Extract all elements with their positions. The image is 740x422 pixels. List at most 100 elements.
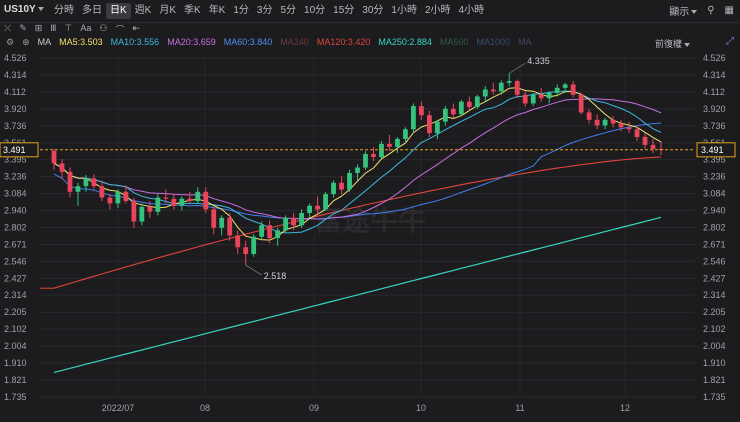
tab-period-0[interactable]: 分時 bbox=[50, 3, 78, 19]
y-tick-label-left: 2.802 bbox=[4, 223, 27, 233]
candle-body bbox=[634, 129, 640, 137]
candle-body bbox=[450, 108, 456, 115]
tab-period-8[interactable]: 3分 bbox=[253, 3, 277, 19]
ma60-value: MA60:3.840 bbox=[223, 37, 273, 47]
drawing-tool-icon[interactable]: ⊤ bbox=[65, 23, 73, 34]
sidebar-toggle-icon[interactable]: ▦ bbox=[725, 5, 734, 16]
top-toolbar: US10Y 分時 多日 日K 週K 月K 季K 年K 1分 3分 5分 10分 15分 30分 1小時 2小… bbox=[0, 0, 740, 23]
drawing-tool-icon[interactable]: ⇤ bbox=[132, 23, 140, 34]
symbol-label: US10Y bbox=[4, 4, 36, 15]
candle-body bbox=[570, 84, 576, 95]
ma250-value: MA250:2.884 bbox=[378, 37, 432, 47]
candle-body bbox=[395, 138, 400, 147]
candle-body bbox=[267, 225, 273, 239]
candle-body bbox=[259, 225, 265, 237]
candle-body bbox=[347, 172, 352, 190]
drawing-tool-icon[interactable]: ✎ bbox=[19, 23, 27, 34]
drawing-tool-icon[interactable]: ⚇ bbox=[99, 23, 107, 34]
tab-period-1[interactable]: 多日 bbox=[78, 3, 106, 19]
y-tick-label-left: 4.314 bbox=[4, 70, 27, 80]
candlestick-chart[interactable]: 4.526 4.526 4.314 4.314 4.112 4.112 3.920 3.920… bbox=[0, 52, 740, 417]
y-tick-label-right: 1.910 bbox=[703, 358, 726, 368]
last-price-label-right: 3.491 bbox=[701, 145, 724, 155]
chevron-down-icon bbox=[691, 10, 698, 15]
candle-body bbox=[642, 136, 648, 145]
tab-period-15[interactable]: 4小時 bbox=[455, 3, 489, 19]
y-tick-label-left: 2.004 bbox=[4, 341, 27, 351]
candle-body bbox=[75, 186, 81, 192]
y-tick-label-right: 2.940 bbox=[703, 206, 726, 216]
candle-body bbox=[498, 82, 504, 92]
y-tick-label-right: 1.821 bbox=[703, 375, 726, 385]
tab-period-12[interactable]: 30分 bbox=[358, 3, 387, 19]
chart-area[interactable]: 4.526 4.526 4.314 4.314 4.112 4.112 3.920 3.920… bbox=[0, 52, 740, 417]
ma20-line bbox=[53, 98, 662, 220]
y-tick-label-left: 2.102 bbox=[4, 324, 27, 334]
tab-period-9[interactable]: 5分 bbox=[276, 3, 300, 19]
tab-period-11[interactable]: 15分 bbox=[329, 3, 358, 19]
y-tick-label-left: 3.084 bbox=[4, 189, 27, 199]
candle-body bbox=[67, 171, 73, 192]
y-tick-label-left: 1.910 bbox=[4, 358, 27, 368]
collapse-icon[interactable]: ⊕ bbox=[22, 37, 30, 48]
tab-period-10[interactable]: 10分 bbox=[300, 3, 329, 19]
display-menu[interactable]: 顯示 bbox=[669, 3, 698, 18]
tab-period-13[interactable]: 1小時 bbox=[387, 3, 421, 19]
search-icon[interactable]: ⚲ bbox=[707, 5, 714, 16]
tab-period-7[interactable]: 1分 bbox=[229, 3, 253, 19]
tab-period-5[interactable]: 季K bbox=[180, 3, 205, 19]
candle-body bbox=[291, 217, 297, 226]
y-tick-label-left: 1.735 bbox=[4, 392, 27, 402]
tab-period-14[interactable]: 2小時 bbox=[421, 3, 455, 19]
candle-body bbox=[434, 121, 440, 134]
candle-body bbox=[187, 198, 193, 202]
candle-body bbox=[331, 182, 336, 195]
adjust-selector[interactable]: 前復權 bbox=[655, 37, 690, 50]
drawing-tool-icon[interactable]: Aa bbox=[80, 23, 91, 34]
drawing-tools: ⤫ ✎ ⊞ Ⅲ ⊤ Aa ⚇ ⌒ ⇤ bbox=[4, 23, 148, 35]
candle-body bbox=[339, 182, 344, 190]
candle-body bbox=[371, 153, 376, 158]
candle-body bbox=[650, 144, 656, 149]
y-tick-label-right: 4.112 bbox=[703, 87, 725, 97]
tab-period-4[interactable]: 月K bbox=[155, 3, 180, 19]
y-tick-label-left: 1.821 bbox=[4, 375, 27, 385]
y-tick-label-right: 2.102 bbox=[703, 324, 726, 334]
candle-body bbox=[195, 191, 201, 202]
candle-body bbox=[554, 87, 560, 93]
tab-period-2[interactable]: 日K bbox=[106, 3, 131, 19]
settings-icon[interactable]: ⚙ bbox=[6, 37, 14, 48]
drawing-tool-icon[interactable]: ⌒ bbox=[115, 23, 124, 35]
y-tick-label-left: 4.112 bbox=[4, 87, 26, 97]
chevron-down-icon bbox=[37, 7, 44, 12]
candle-body bbox=[419, 106, 424, 116]
candle-body bbox=[59, 163, 65, 172]
symbol-selector[interactable]: US10Y bbox=[4, 4, 44, 15]
candle-body bbox=[235, 235, 241, 248]
candle-body bbox=[458, 101, 464, 115]
candle-body bbox=[219, 217, 225, 228]
candle-body bbox=[131, 201, 137, 222]
candle-body bbox=[139, 206, 145, 222]
candle-body bbox=[107, 197, 113, 204]
expand-icon[interactable]: ⤢ bbox=[726, 36, 734, 47]
tab-period-6[interactable]: 年K bbox=[205, 3, 230, 19]
chevron-down-icon bbox=[684, 42, 690, 47]
display-label: 顯示 bbox=[669, 7, 690, 18]
y-tick-label-left: 3.736 bbox=[4, 121, 27, 131]
ma5-value: MA5:3.503 bbox=[59, 37, 103, 47]
tab-period-3[interactable]: 週K bbox=[131, 3, 156, 19]
high-annotation-leader bbox=[509, 62, 526, 74]
candle-body bbox=[594, 119, 600, 126]
candle-body bbox=[403, 129, 408, 139]
drawing-tool-icon[interactable]: ⤫ bbox=[4, 23, 11, 34]
ma-label[interactable]: MA bbox=[38, 37, 52, 47]
ma240-value: MA240 bbox=[280, 37, 309, 47]
drawing-tool-icon[interactable]: Ⅲ bbox=[50, 23, 56, 34]
candle-body bbox=[538, 94, 544, 99]
ma1000-value: MA1000 bbox=[476, 37, 510, 47]
drawing-tool-icon[interactable]: ⊞ bbox=[35, 23, 43, 34]
y-tick-label-right: 3.236 bbox=[703, 172, 726, 182]
y-tick-label-left: 2.205 bbox=[4, 307, 27, 317]
candle-body bbox=[275, 230, 281, 239]
